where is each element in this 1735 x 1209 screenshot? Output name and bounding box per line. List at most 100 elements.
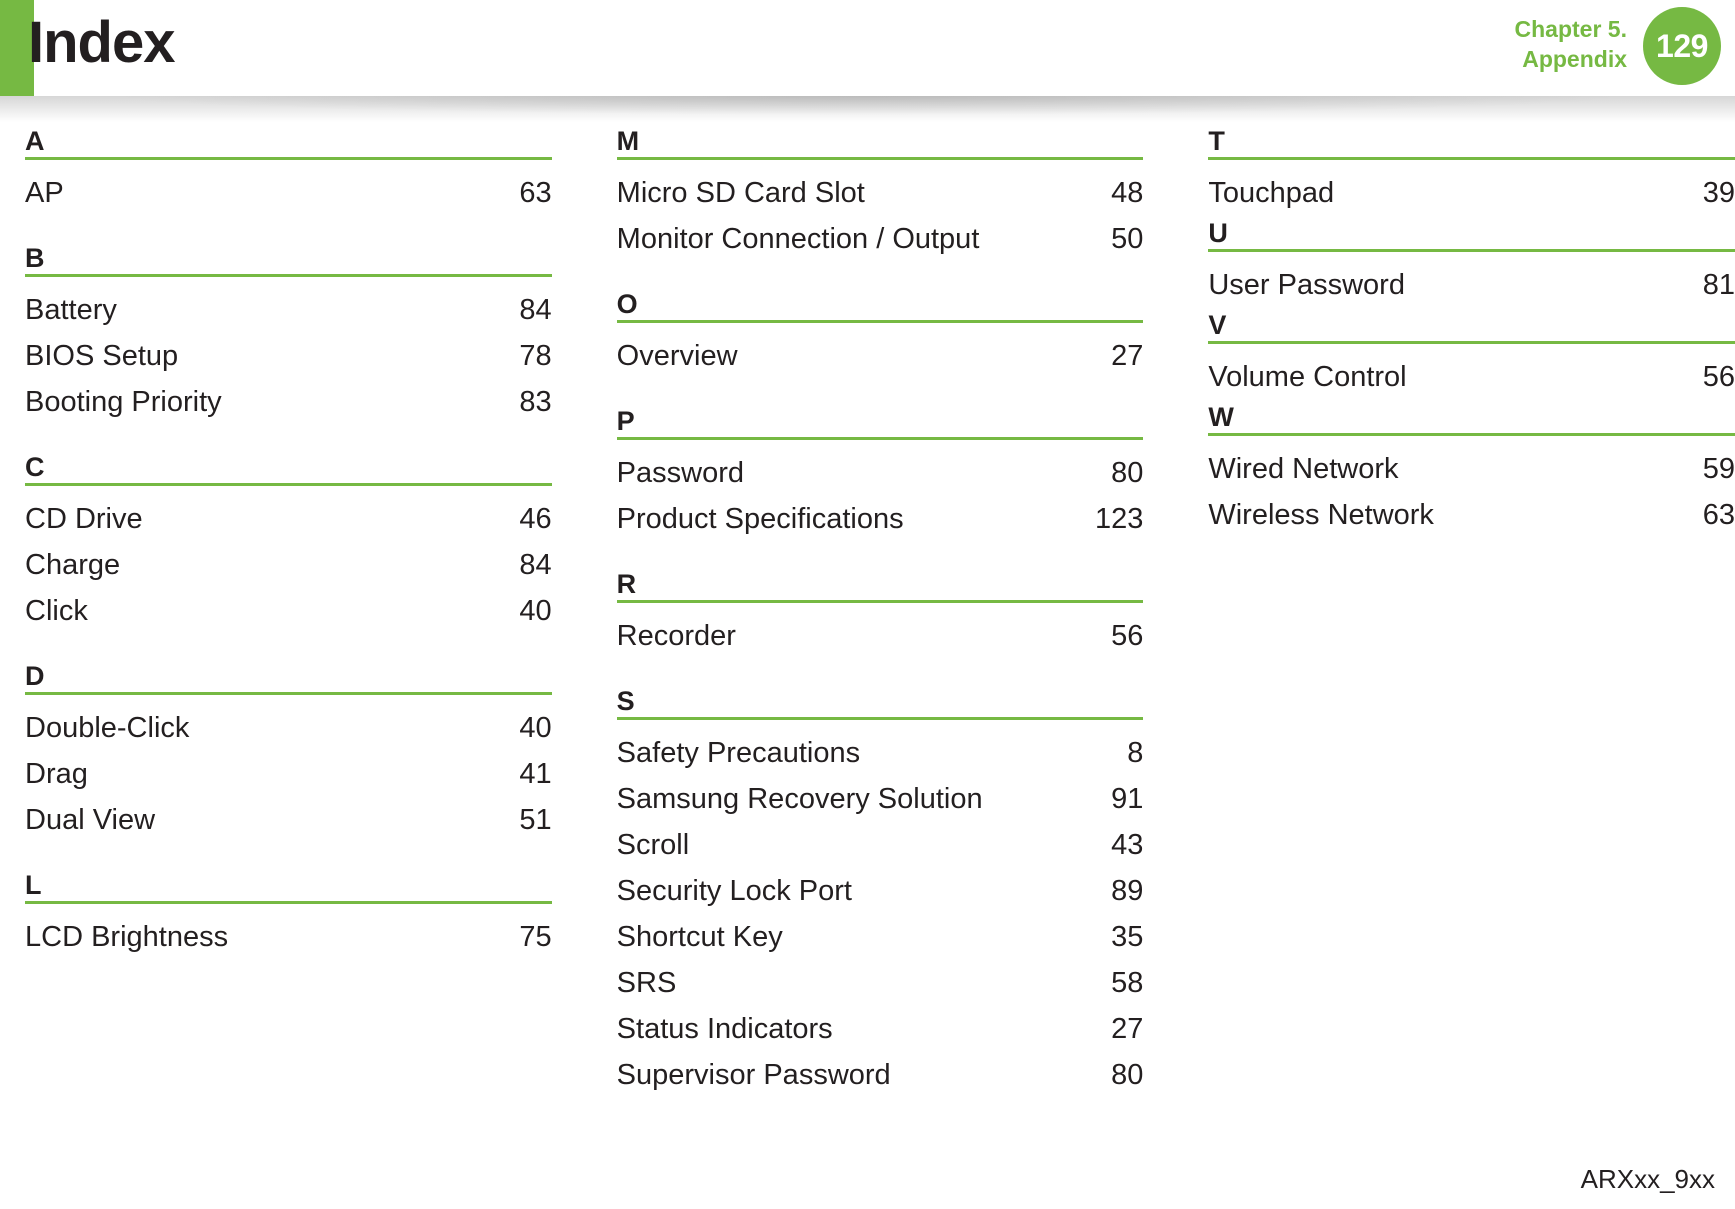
index-entry-page-number: 78 <box>519 340 552 372</box>
index-entry[interactable]: Product Specifications 123 <box>617 496 1144 542</box>
index-entry-label: AP <box>25 177 64 209</box>
index-section-u: U User Password 81 <box>1208 218 1735 308</box>
index-entry[interactable]: BIOS Setup 78 <box>25 333 552 379</box>
index-entry-label: Overview <box>616 340 738 372</box>
section-divider-rule <box>25 157 552 160</box>
section-letter-heading: R <box>616 569 637 599</box>
index-entry[interactable]: Security Lock Port 89 <box>617 868 1144 914</box>
index-entry[interactable]: Double-Click 40 <box>25 705 552 751</box>
index-entry[interactable]: User Password 81 <box>1208 262 1735 308</box>
index-entry-page-number: 56 <box>1111 620 1144 652</box>
index-entry[interactable]: Wireless Network 63 <box>1208 492 1735 538</box>
section-divider-rule <box>1208 249 1735 252</box>
index-entry[interactable]: Safety Precautions 8 <box>617 730 1144 776</box>
page-number-badge: 129 <box>1643 7 1721 85</box>
section-divider-rule <box>1208 157 1735 160</box>
index-entry-page-number: 35 <box>1111 921 1144 953</box>
index-entry-list: AP 63 <box>25 170 552 216</box>
index-entry-page-number: 43 <box>1111 829 1144 861</box>
index-entry[interactable]: AP 63 <box>25 170 552 216</box>
section-letter-heading: P <box>616 406 635 436</box>
index-entry-list: Recorder 56 <box>617 613 1144 659</box>
index-entry-page-number: 58 <box>1111 967 1144 999</box>
index-entry-list: Volume Control 56 <box>1208 354 1735 400</box>
index-section-s: S Safety Precautions 8 Samsung Recovery Sol… <box>616 686 1144 1098</box>
index-section-v: V Volume Control 56 <box>1208 310 1735 400</box>
index-entry-label: Product Specifications <box>616 503 904 535</box>
index-entry-label: Shortcut Key <box>616 921 783 953</box>
index-entry-list: Safety Precautions 8 Samsung Recovery Solu… <box>617 730 1144 1098</box>
section-letter-heading: L <box>25 870 42 900</box>
index-entry-page-number: 75 <box>519 921 552 953</box>
index-entry[interactable]: Micro SD Card Slot 48 <box>617 170 1144 216</box>
index-section-m: M Micro SD Card Slot 48 Monitor Connection … <box>616 126 1144 262</box>
index-entry-page-number: 63 <box>519 177 552 209</box>
section-letter-heading: M <box>616 126 640 156</box>
section-letter-heading: T <box>1208 126 1225 156</box>
index-entry[interactable]: Overview 27 <box>617 333 1144 379</box>
index-entry[interactable]: Monitor Connection / Output 50 <box>617 216 1144 262</box>
index-entry-list: Overview 27 <box>617 333 1144 379</box>
section-divider-rule <box>1208 341 1735 344</box>
index-entry[interactable]: Battery 84 <box>25 287 552 333</box>
index-entry[interactable]: Wired Network 59 <box>1208 446 1735 492</box>
index-entry[interactable]: Booting Priority 83 <box>25 379 552 425</box>
section-letter-heading: O <box>616 289 638 319</box>
section-letter-heading: U <box>1208 218 1228 248</box>
index-section-d: D Double-Click 40 Drag 41 Dual View 51 <box>25 661 552 843</box>
index-entry[interactable]: Shortcut Key 35 <box>617 914 1144 960</box>
index-entry[interactable]: Drag 41 <box>25 751 552 797</box>
index-entry[interactable]: LCD Brightness 75 <box>25 914 552 960</box>
index-entry-label: Micro SD Card Slot <box>616 177 865 209</box>
index-entry[interactable]: Samsung Recovery Solution 91 <box>617 776 1144 822</box>
index-entry-label: Scroll <box>616 829 690 861</box>
section-letter-heading: B <box>25 243 45 273</box>
index-column: T Touchpad 39 U User Password 81 V Volume Contr… <box>1208 126 1735 1098</box>
chapter-number-label: Chapter 5. <box>1514 16 1627 42</box>
section-divider-rule <box>25 901 552 904</box>
index-entry-label: Volume Control <box>1208 361 1407 393</box>
index-entry[interactable]: Scroll 43 <box>617 822 1144 868</box>
index-entry-page-number: 39 <box>1702 177 1735 209</box>
section-divider-rule <box>25 483 552 486</box>
section-divider-rule <box>616 437 1144 440</box>
section-letter-heading: A <box>25 126 45 156</box>
index-entry-page-number: 123 <box>1094 503 1144 535</box>
index-entry-page-number: 91 <box>1111 783 1144 815</box>
index-entry[interactable]: Charge 84 <box>25 542 552 588</box>
index-entry-label: Monitor Connection / Output <box>616 223 980 255</box>
index-entry[interactable]: Touchpad 39 <box>1208 170 1735 216</box>
index-entry-page-number: 89 <box>1111 875 1144 907</box>
index-entry-list: Password 80 Product Specifications 123 <box>617 450 1144 542</box>
index-section-c: C CD Drive 46 Charge 84 Click 40 <box>25 452 552 634</box>
index-entry[interactable]: SRS 58 <box>617 960 1144 1006</box>
section-divider-rule <box>25 274 552 277</box>
index-entry-label: User Password <box>1208 269 1405 301</box>
section-letter-heading: C <box>25 452 45 482</box>
index-section-r: R Recorder 56 <box>616 569 1144 659</box>
section-divider-rule <box>25 692 552 695</box>
index-section-p: P Password 80 Product Specifications 123 <box>616 406 1144 542</box>
index-entry[interactable]: Password 80 <box>617 450 1144 496</box>
index-entry-page-number: 63 <box>1702 499 1735 531</box>
index-entry-label: Charge <box>25 549 121 581</box>
index-entry-label: Supervisor Password <box>616 1059 891 1091</box>
index-entry[interactable]: CD Drive 46 <box>25 496 552 542</box>
index-entry-label: Touchpad <box>1208 177 1335 209</box>
index-entry[interactable]: Dual View 51 <box>25 797 552 843</box>
index-entry-page-number: 83 <box>519 386 552 418</box>
index-entry[interactable]: Status Indicators 27 <box>617 1006 1144 1052</box>
index-entry[interactable]: Recorder 56 <box>617 613 1144 659</box>
index-entry[interactable]: Supervisor Password 80 <box>617 1052 1144 1098</box>
index-entry-page-number: 51 <box>519 804 552 836</box>
index-entry[interactable]: Volume Control 56 <box>1208 354 1735 400</box>
header-shadow-divider <box>0 96 1735 122</box>
index-entry-list: LCD Brightness 75 <box>25 914 552 960</box>
section-divider-rule <box>1208 433 1735 436</box>
index-entry-page-number: 27 <box>1111 1013 1144 1045</box>
index-entry[interactable]: Click 40 <box>25 588 552 634</box>
index-entry-page-number: 80 <box>1111 1059 1144 1091</box>
